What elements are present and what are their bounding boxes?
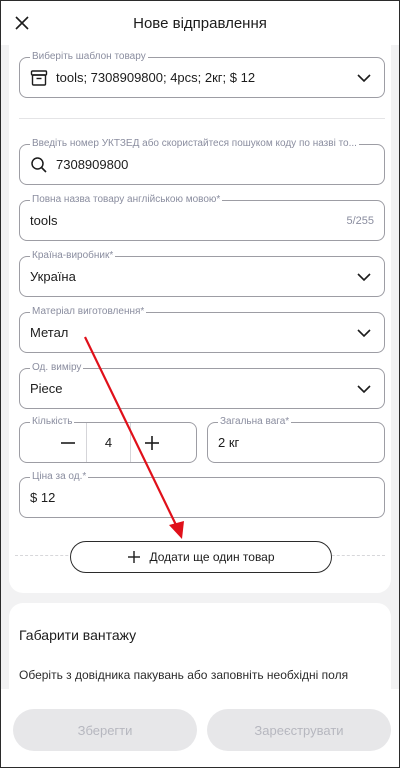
weight-label: Загальна вага*	[218, 415, 292, 429]
unit-label: Од. виміру	[30, 361, 84, 375]
template-value: tools; 7308909800; 4pcs; 2кг; $ 12	[56, 70, 256, 85]
box-icon	[30, 69, 48, 87]
cargo-title: Габарити вантажу	[19, 627, 137, 643]
add-item-button[interactable]: Додати ще один товар	[70, 541, 332, 573]
material-label: Матеріал виготовлення*	[30, 305, 147, 319]
add-item-label: Додати ще один товар	[149, 550, 275, 564]
hs-code-value: 7308909800	[56, 157, 129, 172]
page-title: Нове відправлення	[133, 14, 267, 32]
country-value: Україна	[30, 269, 76, 284]
price-value: $ 12	[30, 490, 56, 505]
country-label: Країна-виробник*	[30, 249, 116, 263]
plus-icon	[127, 550, 141, 564]
stepper-divider	[130, 423, 131, 462]
unit-select[interactable]: Од. виміру Piece	[19, 361, 385, 409]
divider	[19, 118, 385, 119]
save-button[interactable]: Зберегти	[13, 709, 197, 751]
chevron-down-icon	[356, 325, 372, 341]
template-label: Виберіть шаблон товару	[30, 50, 148, 64]
cargo-card: Габарити вантажу Оберіть з довідника пак…	[9, 603, 391, 703]
plus-icon[interactable]	[142, 433, 162, 453]
app-frame: Нове відправлення Виберіть шаблон товару…	[0, 0, 400, 768]
header: Нове відправлення	[1, 1, 399, 45]
product-name-value: tools	[30, 213, 58, 228]
price-input[interactable]: Ціна за од.* $ 12	[19, 470, 385, 518]
chevron-down-icon	[356, 70, 372, 86]
quantity-stepper: Кількість 4	[19, 415, 197, 463]
unit-value: Piece	[30, 381, 63, 396]
country-select[interactable]: Країна-виробник* Україна	[19, 249, 385, 297]
material-select[interactable]: Матеріал виготовлення* Метал	[19, 305, 385, 353]
close-icon[interactable]	[11, 12, 33, 34]
chevron-down-icon	[356, 269, 372, 285]
hs-code-input[interactable]: Введіть номер УКТЗЕД або скористайтеся п…	[19, 137, 385, 185]
cargo-hint: Оберіть з довідника пакувань або заповні…	[19, 668, 349, 682]
price-label: Ціна за од.*	[30, 470, 89, 484]
char-counter: 5/255	[346, 215, 374, 227]
weight-value: 2 кг	[218, 435, 240, 450]
template-select[interactable]: Виберіть шаблон товару tools; 7308909800…	[19, 50, 385, 98]
quantity-label: Кількість	[30, 415, 75, 429]
weight-input[interactable]: Загальна вага* 2 кг	[207, 415, 385, 463]
product-name-label: Повна назва товару англійською мовою*	[30, 193, 223, 207]
quantity-value[interactable]: 4	[87, 435, 130, 450]
register-button[interactable]: Зареєструвати	[207, 709, 391, 751]
chevron-down-icon	[356, 381, 372, 397]
minus-icon[interactable]	[58, 433, 78, 453]
material-value: Метал	[30, 325, 69, 340]
footer: Зберегти Зареєструвати	[1, 689, 399, 767]
product-name-input[interactable]: Повна назва товару англійською мовою* to…	[19, 193, 385, 241]
hs-code-label: Введіть номер УКТЗЕД або скористайтеся п…	[30, 137, 359, 151]
search-icon	[30, 156, 48, 174]
